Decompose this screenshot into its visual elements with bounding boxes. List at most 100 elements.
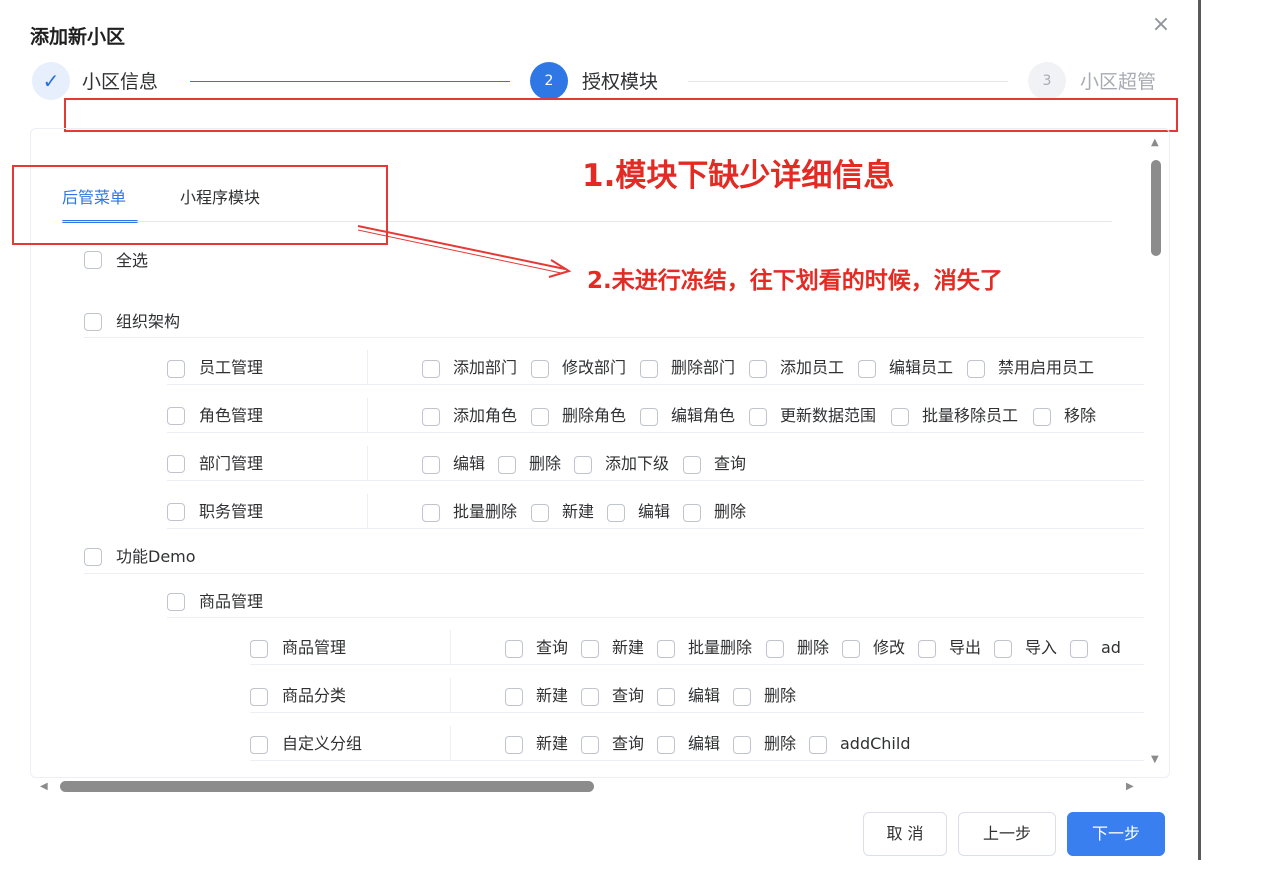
step-1-check-icon: ✓ [32, 62, 70, 100]
action-checkbox[interactable] [766, 640, 784, 658]
action-label: 批量删除 [688, 638, 753, 657]
action-label: 新建 [562, 502, 595, 521]
position-mgmt-checkbox[interactable] [167, 503, 185, 521]
action-label: 删除 [714, 502, 747, 521]
scroll-right-arrow-icon[interactable]: ▶ [1126, 782, 1134, 792]
role-mgmt-checkbox[interactable] [167, 407, 185, 425]
horizontal-scrollbar-thumb[interactable] [60, 781, 594, 792]
action-label: 编辑 [688, 686, 721, 705]
cancel-button[interactable]: 取 消 [863, 812, 947, 856]
action-checkbox[interactable] [683, 504, 701, 522]
action-checkbox[interactable] [749, 408, 767, 426]
action-checkbox[interactable] [607, 504, 625, 522]
action-checkbox[interactable] [1070, 640, 1088, 658]
action-label: 更新数据范围 [780, 406, 877, 425]
action-label: 编辑员工 [889, 358, 954, 377]
action-checkbox[interactable] [422, 504, 440, 522]
action-checkbox[interactable] [640, 360, 658, 378]
next-step-button[interactable]: 下一步 [1067, 812, 1165, 856]
divider [167, 432, 1144, 433]
select-all-label: 全选 [116, 251, 149, 270]
action-checkbox[interactable] [733, 736, 751, 754]
goods-category-checkbox[interactable] [250, 688, 268, 706]
divider [84, 573, 1144, 574]
action-checkbox[interactable] [683, 456, 701, 474]
goods-mgmt-checkbox[interactable] [250, 640, 268, 658]
action-label: 删除角色 [562, 406, 627, 425]
step-connector-1 [190, 81, 510, 82]
prev-step-button[interactable]: 上一步 [958, 812, 1056, 856]
action-checkbox[interactable] [422, 456, 440, 474]
step-3-circle: 3 [1028, 62, 1066, 100]
action-checkbox[interactable] [733, 688, 751, 706]
select-all-checkbox[interactable] [84, 251, 102, 269]
action-checkbox[interactable] [505, 736, 523, 754]
divider [84, 337, 1144, 338]
action-checkbox[interactable] [574, 456, 592, 474]
action-checkbox[interactable] [842, 640, 860, 658]
action-checkbox[interactable] [891, 408, 909, 426]
row-name-label: 商品管理 [282, 638, 347, 657]
action-checkbox[interactable] [531, 504, 549, 522]
demo-label: 功能Demo [116, 547, 196, 566]
scroll-up-arrow-icon[interactable]: ▲ [1151, 138, 1159, 148]
action-checkbox[interactable] [581, 688, 599, 706]
action-checkbox[interactable] [657, 640, 675, 658]
action-label: 删除 [529, 454, 562, 473]
column-divider [367, 398, 368, 432]
action-label: 禁用启用员工 [998, 358, 1095, 377]
row-name-label: 商品分类 [282, 686, 347, 705]
action-checkbox[interactable] [967, 360, 985, 378]
divider [250, 712, 1144, 713]
goods-mgmt-group-label: 商品管理 [199, 592, 264, 611]
action-checkbox[interactable] [657, 688, 675, 706]
action-checkbox[interactable] [858, 360, 876, 378]
scroll-down-arrow-icon[interactable]: ▼ [1151, 755, 1159, 765]
action-checkbox[interactable] [640, 408, 658, 426]
action-label: 新建 [536, 734, 569, 753]
annotation-arrow-icon [357, 225, 572, 278]
background-strip [1201, 0, 1262, 892]
row-name-label: 部门管理 [199, 454, 264, 473]
action-checkbox[interactable] [657, 736, 675, 754]
vertical-scrollbar-thumb[interactable] [1151, 160, 1161, 256]
step-3-label: 小区超管 [1080, 71, 1157, 93]
close-icon[interactable]: × [1150, 14, 1172, 36]
divider [167, 480, 1144, 481]
action-checkbox[interactable] [581, 736, 599, 754]
action-checkbox[interactable] [422, 360, 440, 378]
org-label: 组织架构 [116, 312, 181, 331]
column-divider [450, 630, 451, 664]
action-checkbox[interactable] [505, 688, 523, 706]
action-checkbox[interactable] [809, 736, 827, 754]
action-checkbox[interactable] [994, 640, 1012, 658]
custom-group-checkbox[interactable] [250, 736, 268, 754]
dept-mgmt-checkbox[interactable] [167, 455, 185, 473]
action-checkbox[interactable] [749, 360, 767, 378]
row-name-label: 角色管理 [199, 406, 264, 425]
org-checkbox[interactable] [84, 313, 102, 331]
goods-mgmt-group-checkbox[interactable] [167, 593, 185, 611]
action-label: 删除部门 [671, 358, 736, 377]
action-checkbox[interactable] [531, 360, 549, 378]
annotation-box-tabs [12, 165, 388, 245]
action-label: 新建 [536, 686, 569, 705]
action-label: 查询 [714, 454, 747, 473]
column-divider [450, 726, 451, 760]
action-checkbox[interactable] [1033, 408, 1051, 426]
action-checkbox[interactable] [498, 456, 516, 474]
column-divider [367, 494, 368, 528]
action-checkbox[interactable] [505, 640, 523, 658]
employee-mgmt-checkbox[interactable] [167, 360, 185, 378]
column-divider [367, 350, 368, 384]
action-checkbox[interactable] [581, 640, 599, 658]
annotation-box-missing-details [64, 98, 1178, 132]
action-checkbox[interactable] [531, 408, 549, 426]
scroll-left-arrow-icon[interactable]: ◀ [40, 782, 48, 792]
action-checkbox[interactable] [918, 640, 936, 658]
dialog-title: 添加新小区 [30, 26, 126, 48]
action-label: 添加员工 [780, 358, 845, 377]
demo-checkbox[interactable] [84, 548, 102, 566]
action-label: 添加角色 [453, 406, 518, 425]
action-checkbox[interactable] [422, 408, 440, 426]
